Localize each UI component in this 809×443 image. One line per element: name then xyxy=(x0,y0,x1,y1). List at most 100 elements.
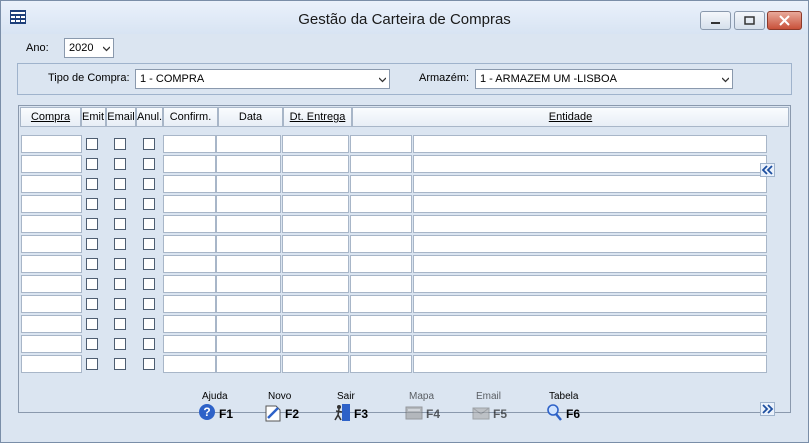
cell-compra[interactable] xyxy=(21,315,82,333)
cell-compra[interactable] xyxy=(21,255,82,273)
anul-checkbox[interactable] xyxy=(143,298,155,310)
cell-data[interactable] xyxy=(216,295,281,313)
scroll-down-button[interactable] xyxy=(760,402,775,416)
cell-confirm[interactable] xyxy=(163,255,216,273)
anul-checkbox[interactable] xyxy=(143,318,155,330)
emit-checkbox[interactable] xyxy=(86,218,98,230)
cell-entidade[interactable] xyxy=(413,295,767,313)
cell-confirm[interactable] xyxy=(163,315,216,333)
col-header-data[interactable]: Data xyxy=(218,107,283,127)
cell-extra[interactable] xyxy=(350,135,412,153)
cell-confirm[interactable] xyxy=(163,275,216,293)
toolbar-button-f3[interactable]: Sair F3 xyxy=(325,389,381,429)
cell-entidade[interactable] xyxy=(413,175,767,193)
emit-checkbox[interactable] xyxy=(86,338,98,350)
email-checkbox[interactable] xyxy=(114,258,126,270)
cell-data[interactable] xyxy=(216,155,281,173)
col-header-email[interactable]: Email xyxy=(106,107,136,127)
cell-entidade[interactable] xyxy=(413,255,767,273)
cell-entidade[interactable] xyxy=(413,275,767,293)
cell-compra[interactable] xyxy=(21,235,82,253)
email-checkbox[interactable] xyxy=(114,358,126,370)
cell-entidade[interactable] xyxy=(413,315,767,333)
cell-data[interactable] xyxy=(216,355,281,373)
cell-dt-entrega[interactable] xyxy=(282,295,349,313)
cell-compra[interactable] xyxy=(21,135,82,153)
cell-entidade[interactable] xyxy=(413,215,767,233)
cell-data[interactable] xyxy=(216,275,281,293)
close-button[interactable] xyxy=(767,11,802,30)
email-checkbox[interactable] xyxy=(114,178,126,190)
emit-checkbox[interactable] xyxy=(86,198,98,210)
cell-dt-entrega[interactable] xyxy=(282,255,349,273)
email-checkbox[interactable] xyxy=(114,338,126,350)
cell-dt-entrega[interactable] xyxy=(282,335,349,353)
cell-confirm[interactable] xyxy=(163,335,216,353)
cell-dt-entrega[interactable] xyxy=(282,175,349,193)
cell-data[interactable] xyxy=(216,335,281,353)
emit-checkbox[interactable] xyxy=(86,318,98,330)
cell-extra[interactable] xyxy=(350,355,412,373)
cell-entidade[interactable] xyxy=(413,195,767,213)
cell-extra[interactable] xyxy=(350,155,412,173)
cell-dt-entrega[interactable] xyxy=(282,155,349,173)
email-checkbox[interactable] xyxy=(114,138,126,150)
cell-confirm[interactable] xyxy=(163,215,216,233)
cell-data[interactable] xyxy=(216,135,281,153)
cell-compra[interactable] xyxy=(21,195,82,213)
cell-compra[interactable] xyxy=(21,275,82,293)
emit-checkbox[interactable] xyxy=(86,258,98,270)
anul-checkbox[interactable] xyxy=(143,218,155,230)
cell-extra[interactable] xyxy=(350,235,412,253)
cell-dt-entrega[interactable] xyxy=(282,195,349,213)
email-checkbox[interactable] xyxy=(114,278,126,290)
cell-compra[interactable] xyxy=(21,355,82,373)
anul-checkbox[interactable] xyxy=(143,258,155,270)
cell-extra[interactable] xyxy=(350,275,412,293)
toolbar-button-f2[interactable]: Novo F2 xyxy=(256,389,312,429)
cell-data[interactable] xyxy=(216,175,281,193)
email-checkbox[interactable] xyxy=(114,318,126,330)
cell-extra[interactable] xyxy=(350,315,412,333)
cell-entidade[interactable] xyxy=(413,155,767,173)
cell-extra[interactable] xyxy=(350,255,412,273)
cell-dt-entrega[interactable] xyxy=(282,235,349,253)
emit-checkbox[interactable] xyxy=(86,298,98,310)
anul-checkbox[interactable] xyxy=(143,158,155,170)
cell-entidade[interactable] xyxy=(413,355,767,373)
cell-entidade[interactable] xyxy=(413,135,767,153)
cell-confirm[interactable] xyxy=(163,195,216,213)
col-header-compra[interactable]: Compra xyxy=(20,107,81,127)
toolbar-button-f6[interactable]: Tabela F6 xyxy=(537,389,593,429)
armazem-select[interactable]: 1 - ARMAZEM UM -LISBOA xyxy=(475,69,733,89)
cell-data[interactable] xyxy=(216,315,281,333)
cell-compra[interactable] xyxy=(21,155,82,173)
cell-extra[interactable] xyxy=(350,195,412,213)
cell-data[interactable] xyxy=(216,195,281,213)
anul-checkbox[interactable] xyxy=(143,358,155,370)
emit-checkbox[interactable] xyxy=(86,138,98,150)
cell-dt-entrega[interactable] xyxy=(282,315,349,333)
tipo-compra-select[interactable]: 1 - COMPRA xyxy=(135,69,390,89)
cell-data[interactable] xyxy=(216,255,281,273)
col-header-anul[interactable]: Anul. xyxy=(136,107,163,127)
scroll-up-button[interactable] xyxy=(760,163,775,177)
cell-dt-entrega[interactable] xyxy=(282,135,349,153)
cell-data[interactable] xyxy=(216,215,281,233)
emit-checkbox[interactable] xyxy=(86,178,98,190)
cell-entidade[interactable] xyxy=(413,335,767,353)
toolbar-button-f4[interactable]: Mapa F4 xyxy=(397,389,453,429)
email-checkbox[interactable] xyxy=(114,298,126,310)
cell-extra[interactable] xyxy=(350,175,412,193)
cell-entidade[interactable] xyxy=(413,235,767,253)
col-header-dt-entrega[interactable]: Dt. Entrega xyxy=(283,107,352,127)
anul-checkbox[interactable] xyxy=(143,278,155,290)
cell-confirm[interactable] xyxy=(163,295,216,313)
toolbar-button-f1[interactable]: Ajuda? F1 xyxy=(190,389,246,429)
cell-extra[interactable] xyxy=(350,295,412,313)
cell-compra[interactable] xyxy=(21,295,82,313)
cell-compra[interactable] xyxy=(21,175,82,193)
cell-dt-entrega[interactable] xyxy=(282,215,349,233)
anul-checkbox[interactable] xyxy=(143,178,155,190)
email-checkbox[interactable] xyxy=(114,238,126,250)
